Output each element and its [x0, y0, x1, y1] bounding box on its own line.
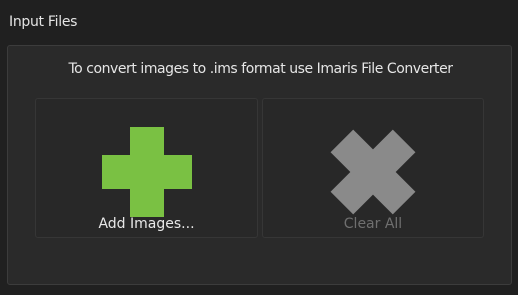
panel-title: Input Files: [9, 14, 78, 30]
plus-icon: [101, 127, 192, 217]
clear-all-button[interactable]: Clear All: [262, 98, 484, 238]
input-files-groupbox: To convert images to .ims format use Ima…: [7, 45, 512, 285]
x-icon: [330, 129, 416, 215]
add-images-label: Add Images...: [98, 216, 195, 232]
add-images-button[interactable]: Add Images...: [35, 98, 258, 238]
input-files-panel: Input Files To convert images to .ims fo…: [0, 0, 518, 295]
conversion-hint: To convert images to .ims format use Ima…: [68, 61, 453, 77]
clear-all-label: Clear All: [343, 216, 403, 232]
